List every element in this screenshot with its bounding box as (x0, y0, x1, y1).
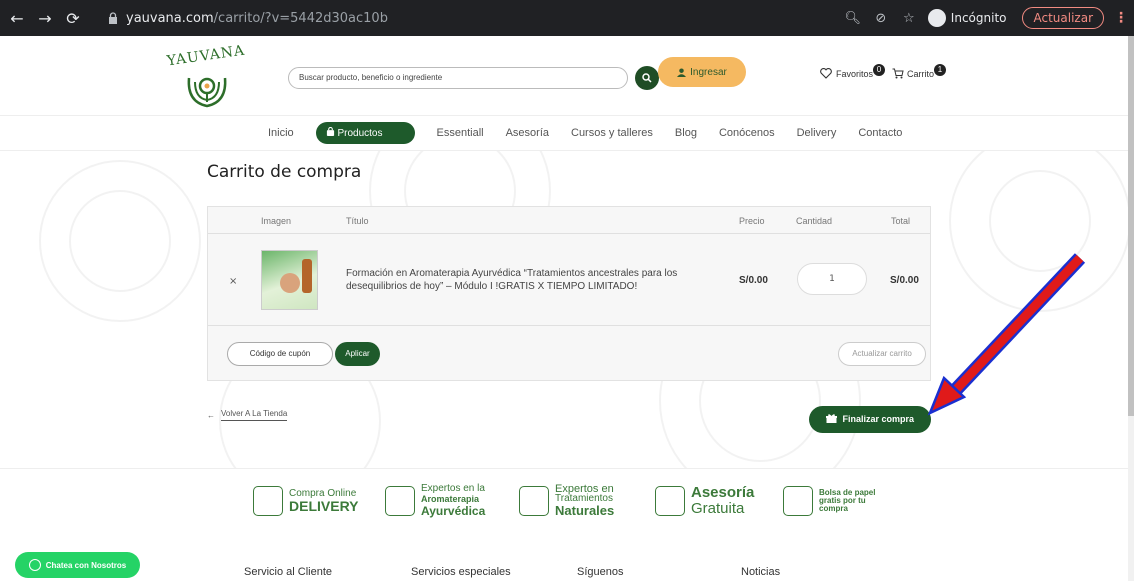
feature-aroma-line3: Ayurvédica (421, 504, 486, 518)
incognito-icon (927, 9, 946, 27)
nav-item-blog[interactable]: Blog (675, 127, 697, 139)
incognito-indicator[interactable]: Incógnito (927, 9, 1007, 27)
header-divider (0, 115, 1128, 116)
feature-tratamientos: Expertos en Tratamientos Naturales (519, 478, 614, 524)
table-row-divider (208, 325, 930, 326)
heart-icon (820, 68, 832, 79)
bottle-graphic (302, 259, 312, 293)
search-button[interactable] (635, 66, 659, 90)
nav-divider (0, 150, 1128, 151)
product-title-link[interactable]: Formación en Aromaterapia Ayurvédica “Tr… (346, 267, 716, 293)
footer-heading-servicio: Servicio al Cliente (244, 566, 333, 578)
product-total: S/0.00 (890, 275, 919, 286)
feature-asesoria-line2: Gratuita (691, 500, 745, 517)
feature-aroma-line2: Aromaterapia (421, 494, 480, 504)
feature-asesoria-line1: Asesoría (691, 484, 755, 501)
footer-heading-siguenos: Síguenos (577, 566, 624, 578)
main-navigation: Inicio Productos Essentiall Asesoría Cur… (268, 121, 924, 145)
logo-emblem-icon (187, 77, 227, 108)
nav-item-asesoria[interactable]: Asesoría (506, 127, 549, 139)
nav-item-inicio[interactable]: Inicio (268, 127, 294, 139)
column-header-price: Precio (739, 216, 765, 226)
browser-toolbar: ← → ⟳ yauvana.com/carrito/?v=5442d30ac10… (0, 0, 1134, 36)
product-price: S/0.00 (739, 275, 768, 286)
reload-icon[interactable]: ⟳ (62, 9, 84, 28)
leaf-icon (519, 486, 549, 516)
feature-aroma-line1: Expertos en la (421, 483, 485, 494)
nav-item-contacto[interactable]: Contacto (858, 127, 902, 139)
scrollbar[interactable] (1128, 36, 1134, 581)
cart-icon (892, 68, 904, 79)
apply-coupon-button[interactable]: Aplicar (335, 342, 380, 366)
nav-item-conocenos[interactable]: Conócenos (719, 127, 775, 139)
column-header-title: Título (346, 216, 369, 226)
feature-strip: Compra Online DELIVERY Expertos en la Arom… (253, 478, 893, 528)
feature-bolsa-line3: compra (819, 504, 848, 513)
footer-heading-noticias: Noticias (741, 566, 781, 578)
column-header-image: Imagen (261, 216, 292, 226)
remove-item-button[interactable]: × (229, 276, 237, 287)
nav-item-cursos[interactable]: Cursos y talleres (571, 127, 653, 139)
search-input[interactable]: Buscar producto, beneficio o ingrediente (288, 67, 628, 89)
whatsapp-icon (28, 559, 41, 571)
update-cart-button[interactable]: Actualizar carrito (838, 342, 926, 366)
eye-off-icon[interactable]: ⊘ (872, 11, 890, 26)
delivery-icon (253, 486, 283, 516)
cart-count-badge: 1 (934, 63, 947, 76)
column-header-total: Total (891, 216, 911, 226)
coupon-input[interactable]: Código de cupón (227, 342, 333, 366)
login-label: Ingresar (690, 66, 727, 78)
checkout-button[interactable]: Finalizar compra (809, 406, 931, 433)
user-icon (677, 67, 687, 77)
product-thumbnail[interactable] (261, 250, 318, 310)
feature-trat-line3: Naturales (555, 503, 615, 518)
lock-icon (109, 12, 117, 24)
table-header-divider (208, 233, 930, 234)
star-icon[interactable]: ☆ (900, 11, 918, 26)
menu-dots-icon[interactable]: ⋮ (1114, 10, 1128, 26)
nav-item-essentiall[interactable]: Essentiall (437, 127, 484, 139)
scrollbar-thumb[interactable] (1128, 36, 1134, 416)
forward-arrow-icon[interactable]: → (34, 9, 56, 28)
advice-hand-icon (655, 486, 685, 516)
whatsapp-chat-button[interactable]: Chatea con Nosotros (15, 552, 140, 578)
footer-divider (0, 468, 1128, 469)
address-bar[interactable]: yauvana.com/carrito/?v=5442d30ac10b (100, 4, 872, 32)
page-title: Carrito de compra (207, 162, 362, 182)
aroma-bottle-icon (385, 486, 415, 516)
portrait-graphic (280, 273, 300, 293)
feature-delivery: Compra Online DELIVERY (253, 478, 359, 524)
cart-label: Carrito (907, 68, 935, 79)
column-header-quantity: Cantidad (796, 216, 833, 226)
arrow-left-icon: ← (207, 410, 215, 420)
footer-heading-servicios-especiales: Servicios especiales (411, 566, 511, 578)
nav-item-productos-label: Productos (337, 128, 383, 139)
zoom-icon[interactable]: 🔍︎ (844, 11, 862, 26)
paper-bag-icon (783, 486, 813, 516)
checkout-label: Finalizar compra (842, 414, 915, 424)
favorites-link[interactable]: Favoritos 0 (820, 63, 886, 79)
url-text: yauvana.com/carrito/?v=5442d30ac10b (126, 10, 388, 26)
browser-update-button[interactable]: Actualizar (1022, 7, 1104, 29)
nav-item-productos[interactable]: Productos (315, 122, 415, 144)
back-arrow-icon[interactable]: ← (6, 9, 28, 28)
back-to-shop-link[interactable]: ← Volver A La Tienda (207, 409, 288, 421)
feature-delivery-line2: DELIVERY (289, 498, 359, 514)
shopping-bag-icon (326, 126, 334, 136)
feature-asesoria: Asesoría Gratuita (655, 478, 754, 524)
favorites-label: Favoritos (836, 68, 874, 79)
login-button[interactable]: Ingresar (658, 57, 746, 87)
feature-bolsa: Bolsa de papel gratis por tu compra (783, 478, 875, 524)
search-icon (642, 73, 652, 83)
nav-item-delivery[interactable]: Delivery (797, 127, 837, 139)
back-to-shop-label: Volver A La Tienda (221, 409, 288, 421)
chat-label: Chatea con Nosotros (45, 560, 127, 570)
favorites-count-badge: 0 (873, 63, 886, 76)
feature-aromaterapia: Expertos en la Aromaterapia Ayurvédica (385, 478, 485, 524)
cart-link[interactable]: Carrito 1 (892, 63, 947, 79)
gift-icon (825, 414, 837, 423)
yauvana-logo[interactable]: YAUVANA (163, 43, 249, 110)
quantity-input[interactable]: 1 (797, 263, 867, 295)
incognito-label: Incógnito (950, 11, 1007, 25)
